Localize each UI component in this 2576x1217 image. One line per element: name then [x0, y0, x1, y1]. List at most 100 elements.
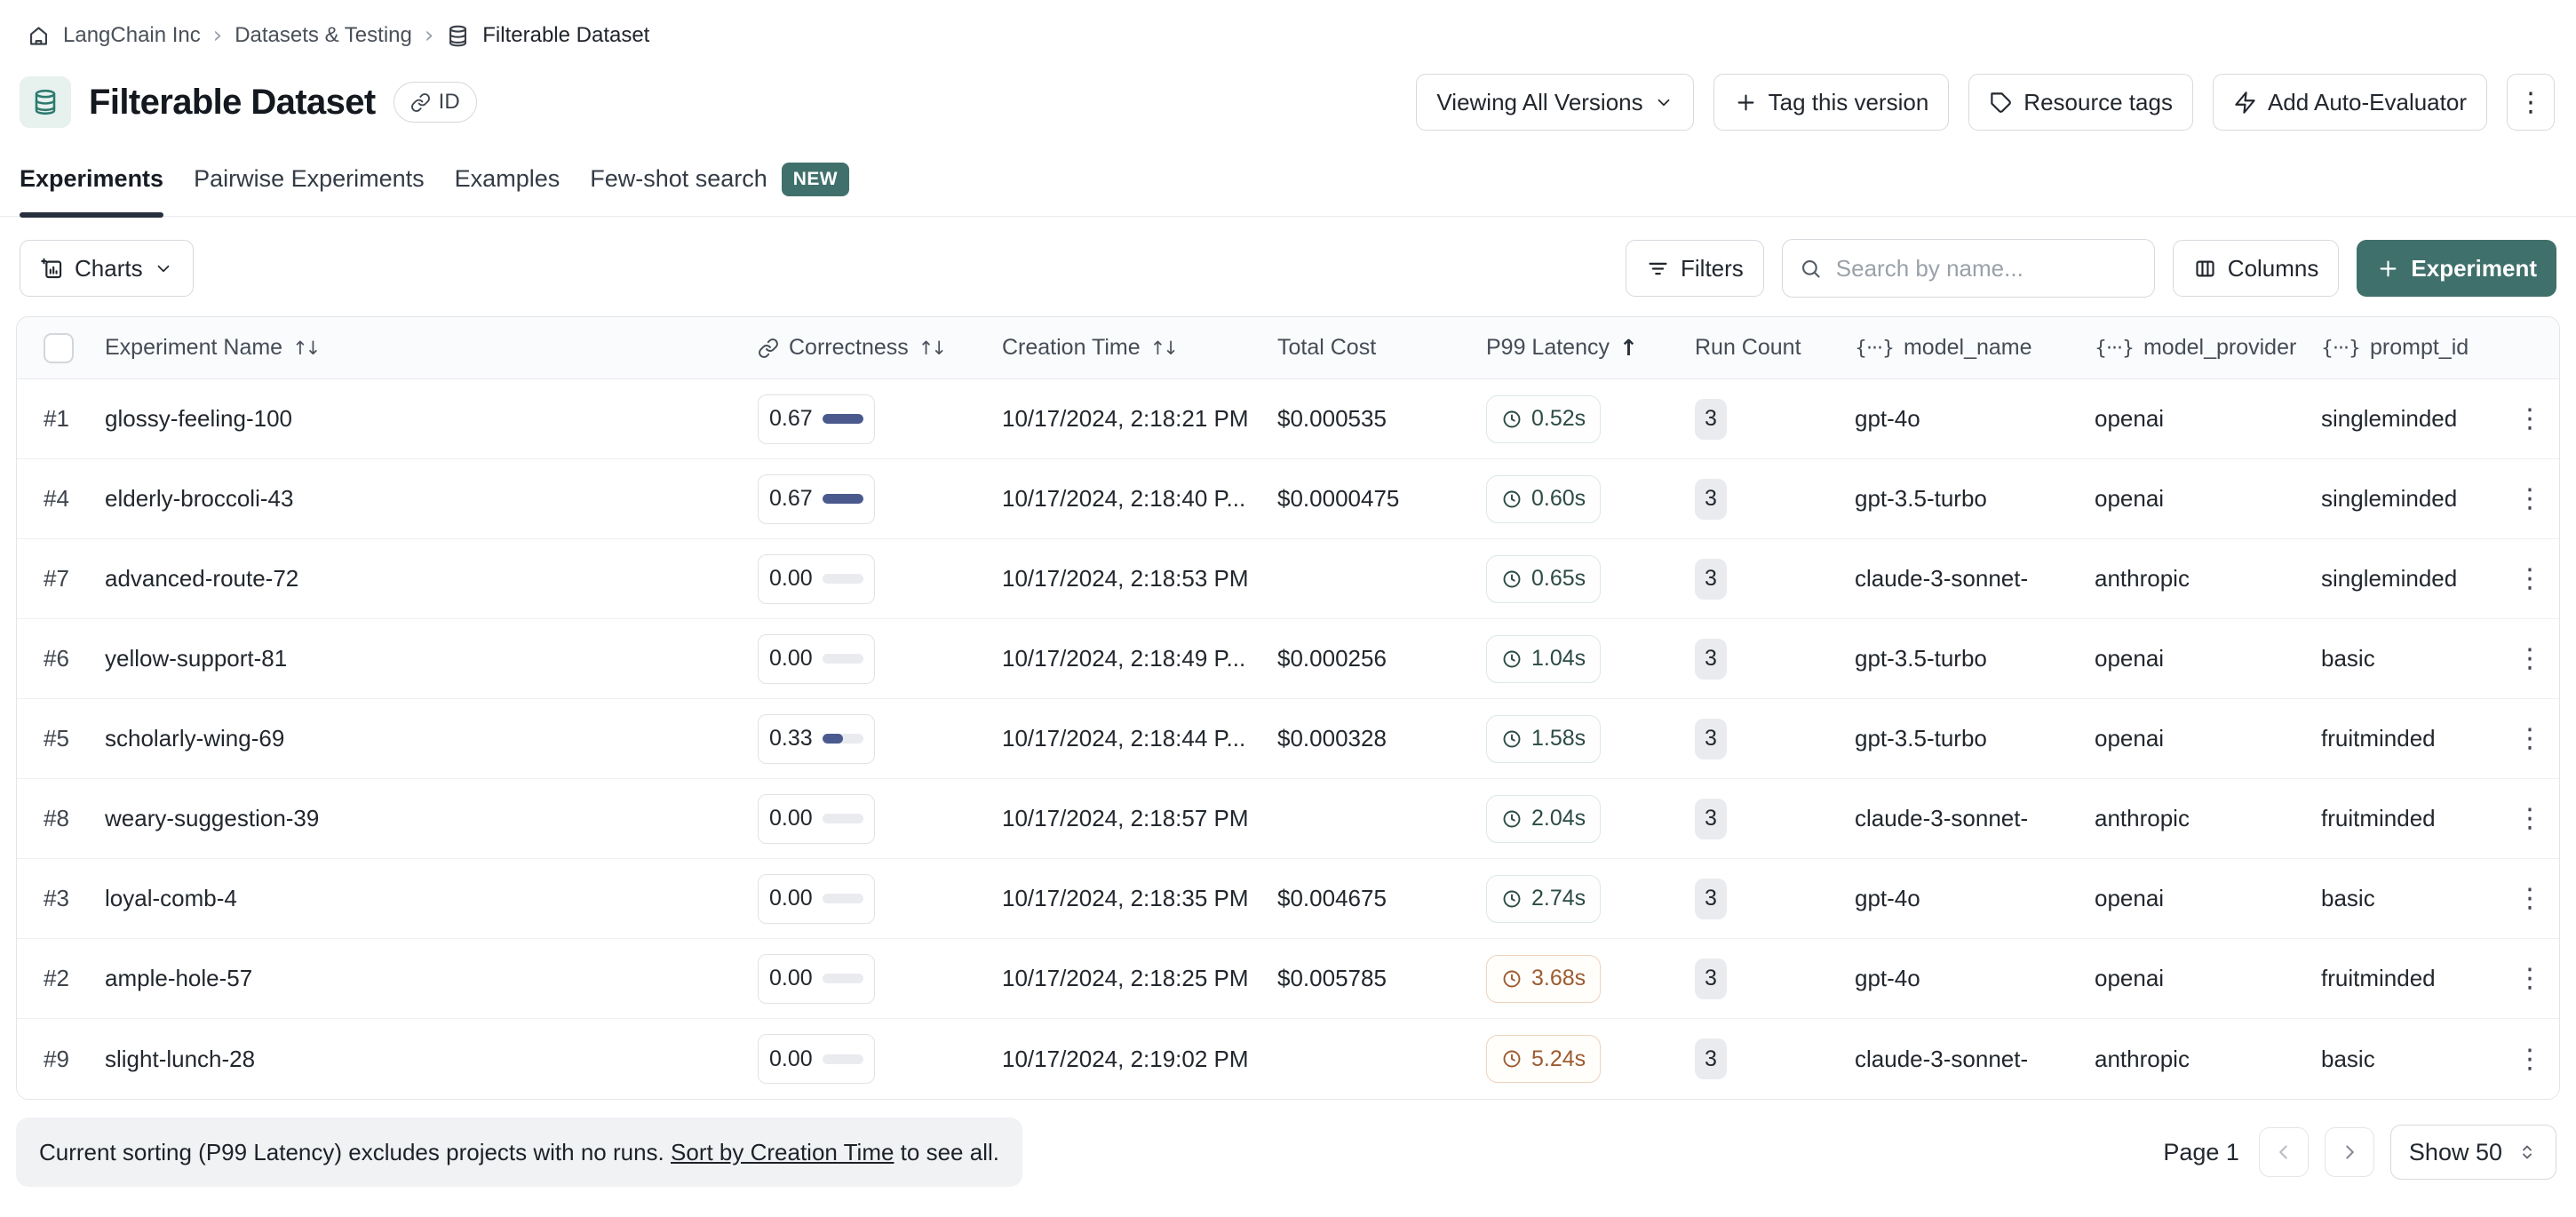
- table-row[interactable]: #4 elderly-broccoli-43 0.67 10/17/2024, …: [17, 459, 2559, 539]
- table-row[interactable]: #8 weary-suggestion-39 0.00 10/17/2024, …: [17, 779, 2559, 859]
- experiment-name[interactable]: advanced-route-72: [105, 565, 298, 593]
- tab-experiments[interactable]: Experiments: [20, 142, 163, 216]
- more-actions-button[interactable]: [2507, 74, 2555, 131]
- column-label: Creation Time: [1002, 335, 1141, 361]
- link-icon: [410, 92, 431, 113]
- latency-value: 1.58s: [1531, 726, 1586, 752]
- table-row[interactable]: #1 glossy-feeling-100 0.67 10/17/2024, 2…: [17, 379, 2559, 459]
- correctness-cell: 0.00: [758, 954, 875, 1004]
- column-run-count[interactable]: Run Count: [1691, 335, 1851, 361]
- charts-button[interactable]: Charts: [20, 240, 194, 297]
- viewing-versions-label: Viewing All Versions: [1436, 89, 1642, 116]
- column-model-name[interactable]: model_name: [1851, 335, 2091, 361]
- experiment-name[interactable]: slight-lunch-28: [105, 1046, 255, 1073]
- tab-few-shot-search[interactable]: Few-shot search NEW: [590, 142, 849, 216]
- copy-id-button[interactable]: ID: [394, 82, 477, 123]
- run-count-badge: 3: [1695, 799, 1727, 839]
- column-label: Correctness: [789, 335, 909, 361]
- row-menu-button[interactable]: [2508, 883, 2552, 914]
- creation-time: 10/17/2024, 2:18:25 PM: [1002, 965, 1249, 992]
- total-cost: $0.000535: [1277, 405, 1387, 433]
- row-menu-button[interactable]: [2508, 723, 2552, 754]
- home-icon[interactable]: [27, 24, 51, 48]
- column-creation-time[interactable]: Creation Time: [998, 335, 1274, 361]
- creation-time: 10/17/2024, 2:18:21 PM: [1002, 405, 1249, 433]
- experiment-name[interactable]: yellow-support-81: [105, 645, 287, 672]
- run-count-badge: 3: [1695, 399, 1727, 440]
- sort-icon: [1150, 335, 1176, 361]
- tag-icon: [1989, 91, 2013, 115]
- row-rank: #5: [44, 725, 69, 752]
- row-menu-button[interactable]: [2508, 1044, 2552, 1075]
- experiment-name[interactable]: weary-suggestion-39: [105, 805, 319, 832]
- table-row[interactable]: #7 advanced-route-72 0.00 10/17/2024, 2:…: [17, 539, 2559, 619]
- prompt-id: fruitminded: [2321, 725, 2436, 752]
- correctness-cell: 0.00: [758, 1034, 875, 1084]
- clock-icon: [1501, 728, 1523, 750]
- table-row[interactable]: #6 yellow-support-81 0.00 10/17/2024, 2:…: [17, 619, 2559, 699]
- column-prompt-id[interactable]: prompt_id: [2318, 335, 2504, 361]
- latency-value: 1.04s: [1531, 646, 1586, 672]
- clock-icon: [1501, 489, 1523, 510]
- tab-examples[interactable]: Examples: [455, 142, 561, 216]
- total-cost: $0.000328: [1277, 725, 1387, 752]
- tab-pairwise-experiments[interactable]: Pairwise Experiments: [194, 142, 425, 216]
- model-provider: anthropic: [2095, 805, 2190, 832]
- creation-time: 10/17/2024, 2:18:57 PM: [1002, 805, 1249, 832]
- column-model-provider[interactable]: model_provider: [2091, 335, 2318, 361]
- experiment-name[interactable]: elderly-broccoli-43: [105, 485, 293, 513]
- new-experiment-button[interactable]: Experiment: [2357, 240, 2556, 297]
- column-total-cost[interactable]: Total Cost: [1274, 335, 1483, 361]
- row-menu-button[interactable]: [2508, 803, 2552, 834]
- latency-badge: 1.58s: [1486, 715, 1601, 763]
- add-auto-evaluator-label: Add Auto-Evaluator: [2268, 89, 2467, 116]
- columns-button[interactable]: Columns: [2173, 240, 2340, 297]
- creation-time: 10/17/2024, 2:18:53 PM: [1002, 565, 1249, 593]
- total-cost: $0.000256: [1277, 645, 1387, 672]
- breadcrumb-section[interactable]: Datasets & Testing: [235, 23, 412, 48]
- correctness-bar: [823, 1054, 863, 1064]
- sort-by-creation-time-link[interactable]: Sort by Creation Time: [671, 1139, 894, 1165]
- row-menu-button[interactable]: [2508, 643, 2552, 674]
- breadcrumb-org[interactable]: LangChain Inc: [63, 23, 201, 48]
- correctness-value: 0.33: [769, 726, 813, 752]
- chart-icon: [40, 257, 64, 281]
- add-auto-evaluator-button[interactable]: Add Auto-Evaluator: [2213, 74, 2487, 131]
- experiment-name[interactable]: glossy-feeling-100: [105, 405, 292, 433]
- model-provider: openai: [2095, 405, 2164, 433]
- row-menu-button[interactable]: [2508, 403, 2552, 434]
- row-menu-button[interactable]: [2508, 963, 2552, 994]
- sorting-note: Current sorting (P99 Latency) excludes p…: [16, 1118, 1022, 1187]
- table-row[interactable]: #3 loyal-comb-4 0.00 10/17/2024, 2:18:35…: [17, 859, 2559, 939]
- correctness-cell: 0.00: [758, 794, 875, 844]
- tab-label: Pairwise Experiments: [194, 165, 425, 193]
- table-row[interactable]: #5 scholarly-wing-69 0.33 10/17/2024, 2:…: [17, 699, 2559, 779]
- page-size-select[interactable]: Show 50: [2390, 1125, 2556, 1180]
- row-menu-button[interactable]: [2508, 483, 2552, 514]
- column-correctness[interactable]: Correctness: [754, 335, 998, 361]
- resource-tags-button[interactable]: Resource tags: [1968, 74, 2193, 131]
- next-page-button[interactable]: [2325, 1127, 2374, 1177]
- link-icon: [758, 338, 779, 359]
- breadcrumb: LangChain Inc Datasets & Testing Filtera…: [0, 0, 2576, 57]
- table-row[interactable]: #2 ample-hole-57 0.00 10/17/2024, 2:18:2…: [17, 939, 2559, 1019]
- model-provider: openai: [2095, 725, 2164, 752]
- table-row[interactable]: #9 slight-lunch-28 0.00 10/17/2024, 2:19…: [17, 1019, 2559, 1099]
- experiment-name[interactable]: loyal-comb-4: [105, 885, 237, 912]
- correctness-bar-fill: [823, 494, 863, 504]
- previous-page-button[interactable]: [2259, 1127, 2309, 1177]
- column-p99-latency[interactable]: P99 Latency: [1483, 335, 1691, 362]
- latency-badge: 2.74s: [1486, 875, 1601, 923]
- latency-badge: 0.60s: [1486, 475, 1601, 523]
- experiment-name[interactable]: ample-hole-57: [105, 965, 252, 992]
- correctness-value: 0.00: [769, 886, 813, 911]
- table-body: #1 glossy-feeling-100 0.67 10/17/2024, 2…: [17, 379, 2559, 1099]
- tag-version-button[interactable]: Tag this version: [1713, 74, 1950, 131]
- viewing-versions-button[interactable]: Viewing All Versions: [1416, 74, 1693, 131]
- filters-button[interactable]: Filters: [1626, 240, 1764, 297]
- experiment-name[interactable]: scholarly-wing-69: [105, 725, 284, 752]
- select-all-checkbox[interactable]: [44, 333, 74, 363]
- search-input[interactable]: [1834, 254, 2138, 283]
- row-menu-button[interactable]: [2508, 563, 2552, 594]
- column-experiment-name[interactable]: Experiment Name: [101, 335, 754, 361]
